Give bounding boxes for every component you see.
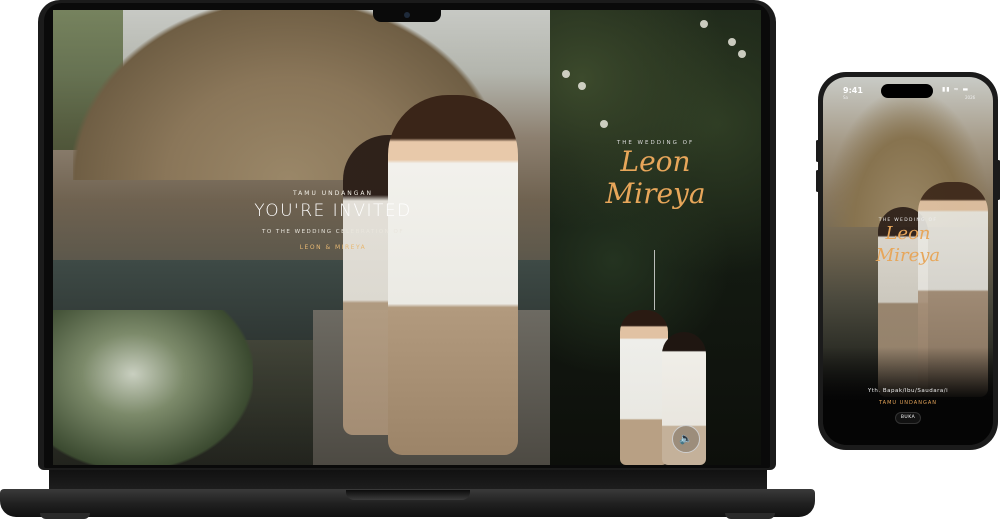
signal-wifi-battery-icon: ▮▮ ≈ ▬	[942, 86, 970, 93]
status-day: Sa	[843, 95, 848, 100]
flower-decoration	[700, 20, 708, 28]
invitation-heading: YOU'RE INVITED	[254, 201, 412, 221]
laptop-screen: TAMU UNDANGAN YOU'RE INVITED TO THE WEDD…	[53, 10, 761, 465]
laptop-foot	[40, 513, 90, 519]
bottom-fade	[823, 347, 993, 445]
flower-bush	[53, 310, 253, 465]
invitation-label: TAMU UNDANGAN	[878, 400, 937, 406]
phone-wedding-title: THE WEDDING OF Leon Mireya	[823, 218, 993, 267]
open-invitation-button[interactable]: BUKA	[895, 412, 921, 424]
couple-photo	[233, 90, 518, 465]
guest-greeting: Yth. Bapak/Ibu/Saudara/i	[867, 388, 949, 394]
laptop-foot	[725, 513, 775, 519]
dynamic-island	[881, 84, 933, 98]
flower-decoration	[562, 70, 570, 78]
scroll-line	[654, 250, 655, 310]
groom-standing-figure	[620, 310, 668, 465]
flower-decoration	[738, 50, 746, 58]
phone-groom-name-script: Leon	[885, 223, 931, 244]
flower-decoration	[578, 82, 586, 90]
flower-decoration	[600, 120, 608, 128]
laptop-lid-notch	[346, 490, 470, 500]
status-year: 2026	[965, 95, 976, 100]
speaker-icon[interactable]: 🔈	[672, 425, 700, 453]
invitation-block: TAMU UNDANGAN YOU'RE INVITED TO THE WEDD…	[233, 190, 433, 251]
phone-bride-name-script: Mireya	[875, 245, 941, 266]
status-time: 9:41	[843, 86, 863, 95]
groom-figure	[388, 95, 518, 455]
bride-name-script: Mireya	[605, 177, 706, 210]
laptop-hinge	[49, 470, 767, 490]
groom-name-script: Leon	[620, 145, 691, 178]
invitation-subheading: TO THE WEDDING CELEBRATION OF	[261, 229, 404, 235]
hero-photo-panel: TAMU UNDANGAN YOU'RE INVITED TO THE WEDD…	[53, 10, 550, 465]
camera-icon	[404, 12, 410, 18]
wedding-title: THE WEDDING OF Leon Mireya	[550, 140, 761, 210]
invitation-eyebrow: TAMU UNDANGAN	[292, 190, 373, 197]
side-panel: THE WEDDING OF Leon Mireya ⌄	[550, 10, 761, 465]
flower-decoration	[728, 38, 736, 46]
couple-names: LEON & MIREYA	[299, 244, 367, 251]
